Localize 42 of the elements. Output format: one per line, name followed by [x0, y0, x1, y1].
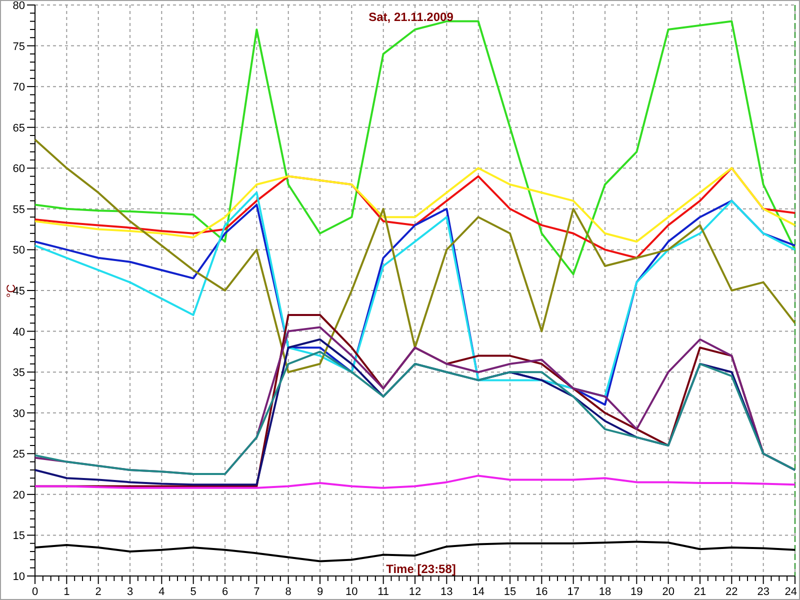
tick-label: 10: [346, 586, 358, 598]
tick-label: 21: [694, 586, 706, 598]
tick-label: 10: [12, 571, 25, 583]
tick-label: 15: [12, 530, 25, 542]
tick-label: 14: [472, 586, 484, 598]
tick-label: 1: [64, 586, 70, 598]
tick-label: 2: [95, 586, 102, 598]
tick-label: 6: [222, 586, 228, 598]
tick-label: 50: [12, 244, 25, 257]
tick-label: 22: [726, 586, 738, 598]
tick-label: 60: [12, 163, 25, 176]
tick-label: 0: [32, 586, 38, 598]
tick-label: 8: [285, 586, 292, 598]
tick-label: 20: [662, 586, 674, 598]
tick-label: 70: [12, 82, 25, 94]
tick-label: 20: [12, 489, 25, 502]
tick-label: 55: [12, 204, 25, 216]
tick-label: 7: [254, 586, 260, 598]
tick-label: 9: [316, 586, 324, 598]
axis-title: Time [23:58]: [386, 562, 456, 576]
tick-label: 13: [440, 586, 453, 598]
tick-label: 12: [408, 586, 422, 598]
tick-label: 25: [12, 448, 25, 461]
tick-label: 5: [190, 586, 196, 598]
tick-label: 11: [378, 586, 390, 598]
tick-label: 75: [12, 40, 25, 53]
chart-title: Sat, 21.11.2009: [368, 10, 454, 24]
tick-label: 15: [504, 586, 516, 598]
tick-label: 30: [12, 408, 25, 420]
tick-label: 16: [536, 586, 548, 598]
tick-label: 4: [158, 586, 165, 598]
tick-label: 3: [126, 586, 134, 598]
tick-label: 18: [598, 586, 612, 598]
tick-label: 65: [12, 122, 25, 134]
tick-label: 40: [12, 326, 25, 338]
tick-label: 24: [784, 586, 797, 598]
tick-label: 35: [12, 367, 25, 380]
tick-label: 45: [12, 286, 25, 298]
tick-label: 23: [757, 586, 770, 598]
tick-label: 80: [12, 1, 25, 12]
tick-label: 19: [630, 586, 643, 598]
tick-label: 17: [567, 586, 580, 598]
